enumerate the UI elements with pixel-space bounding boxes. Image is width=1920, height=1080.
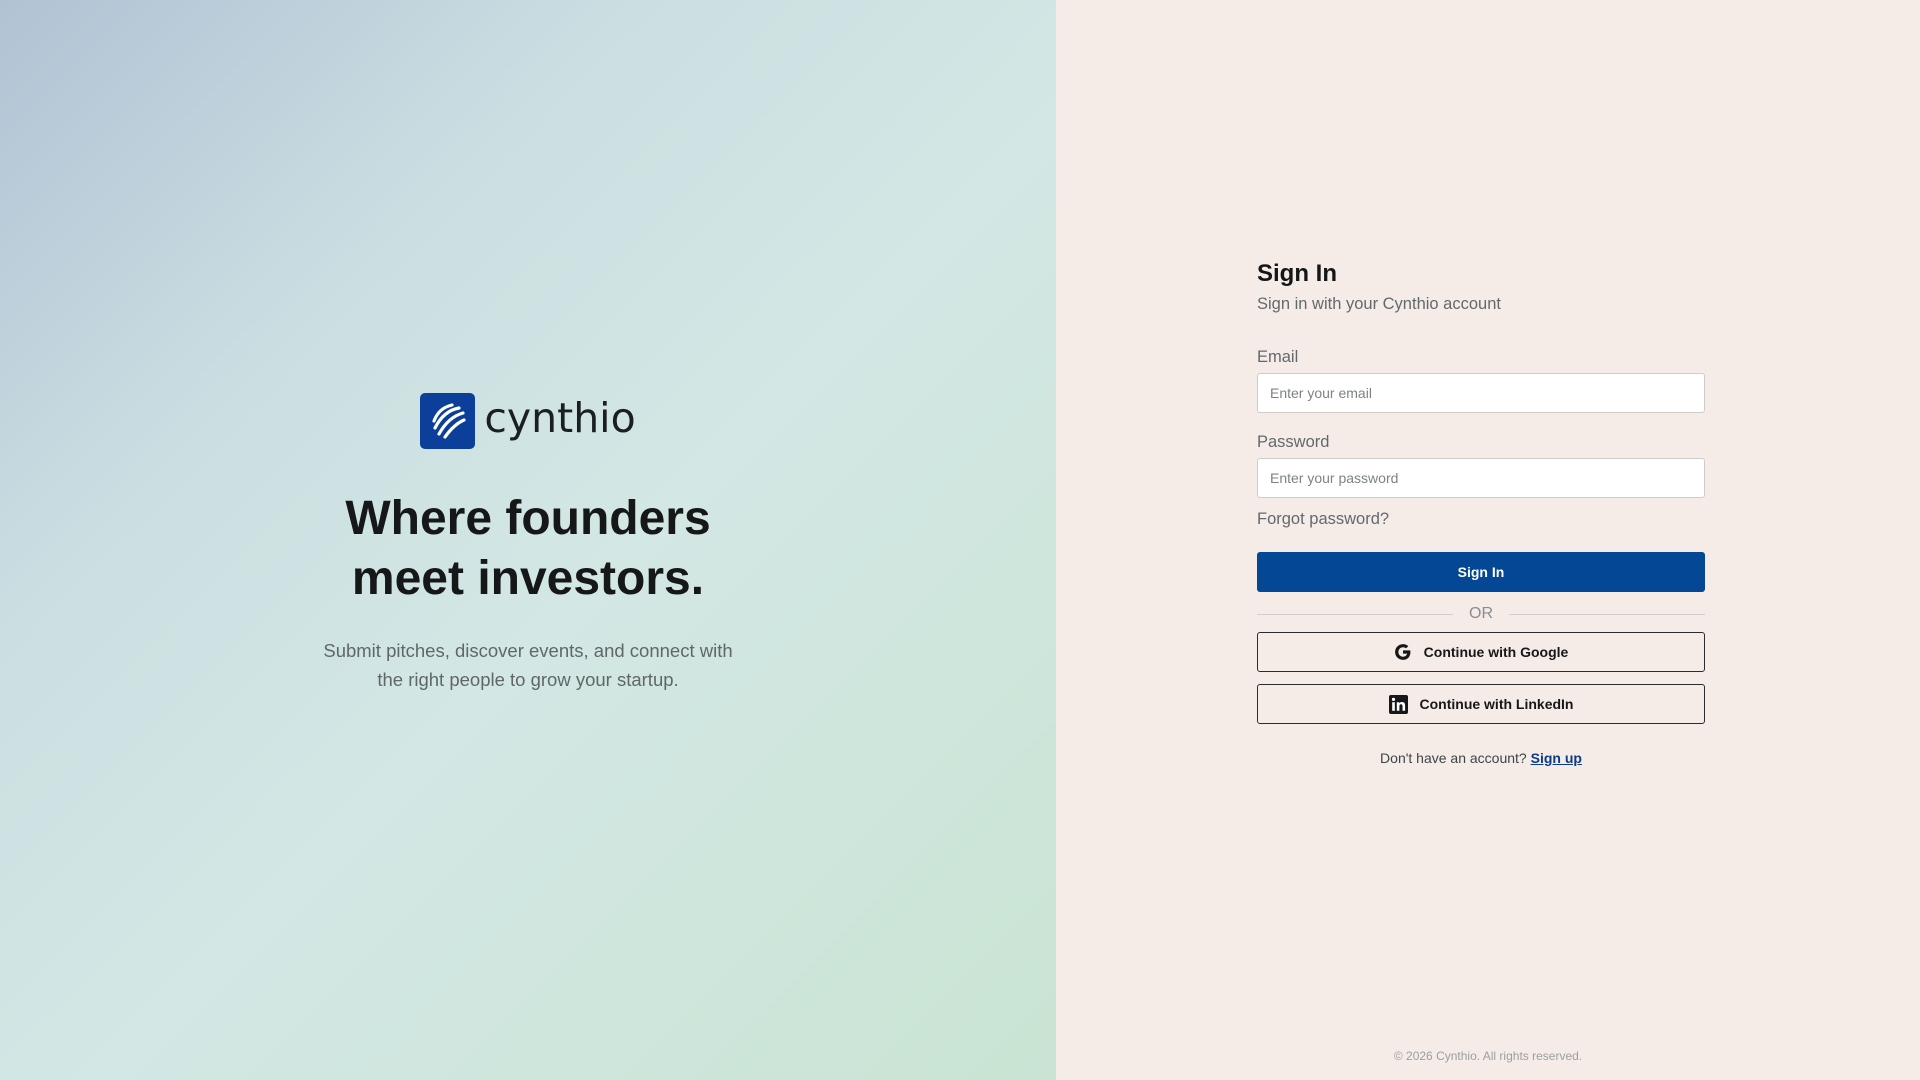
sign-in-form: Sign In Sign in with your Cynthio accoun…	[1257, 259, 1705, 767]
form-subtitle: Sign in with your Cynthio account	[1257, 295, 1501, 313]
hero-subtext: Submit pitches, discover events, and con…	[323, 639, 733, 690]
password-label: Password	[1257, 433, 1330, 451]
google-sign-in-button[interactable]: Continue with Google	[1257, 632, 1705, 672]
google-icon	[1394, 643, 1412, 661]
email-label: Email	[1257, 348, 1299, 366]
sign-up-link[interactable]: Sign up	[1531, 750, 1582, 766]
divider-line-left	[1257, 613, 1453, 615]
signup-prompt: Don't have an account? Sign up	[1257, 749, 1705, 767]
linkedin-icon	[1388, 694, 1408, 714]
swoosh-logo-icon	[420, 392, 476, 449]
hero-headline: Where founders meet investors.	[345, 491, 711, 605]
brand-wordmark: cynthio	[484, 394, 636, 442]
footer-copyright: © 2026 Cynthio. All rights reserved.	[1393, 1049, 1583, 1063]
auth-panel: Sign In Sign in with your Cynthio accoun…	[1056, 0, 1920, 1080]
or-divider: OR	[1257, 605, 1705, 622]
signup-prompt-text: Don't have an account?	[1380, 750, 1527, 766]
brand-logo: cynthio	[420, 392, 636, 449]
forgot-password-link[interactable]: Forgot password?	[1257, 509, 1389, 529]
hero-panel: cynthio Where founders meet investors. S…	[0, 0, 1056, 1080]
sign-in-page: cynthio Where founders meet investors. S…	[0, 0, 1920, 1080]
sign-in-button[interactable]: Sign In	[1257, 552, 1705, 592]
email-field[interactable]	[1257, 373, 1705, 413]
google-button-label: Continue with Google	[1423, 644, 1569, 660]
divider-line-right	[1509, 613, 1705, 615]
linkedin-button-label: Continue with LinkedIn	[1419, 696, 1574, 712]
form-title: Sign In	[1257, 260, 1337, 287]
divider-label: OR	[1469, 605, 1493, 622]
linkedin-sign-in-button[interactable]: Continue with LinkedIn	[1257, 684, 1705, 724]
password-field[interactable]	[1257, 458, 1705, 498]
